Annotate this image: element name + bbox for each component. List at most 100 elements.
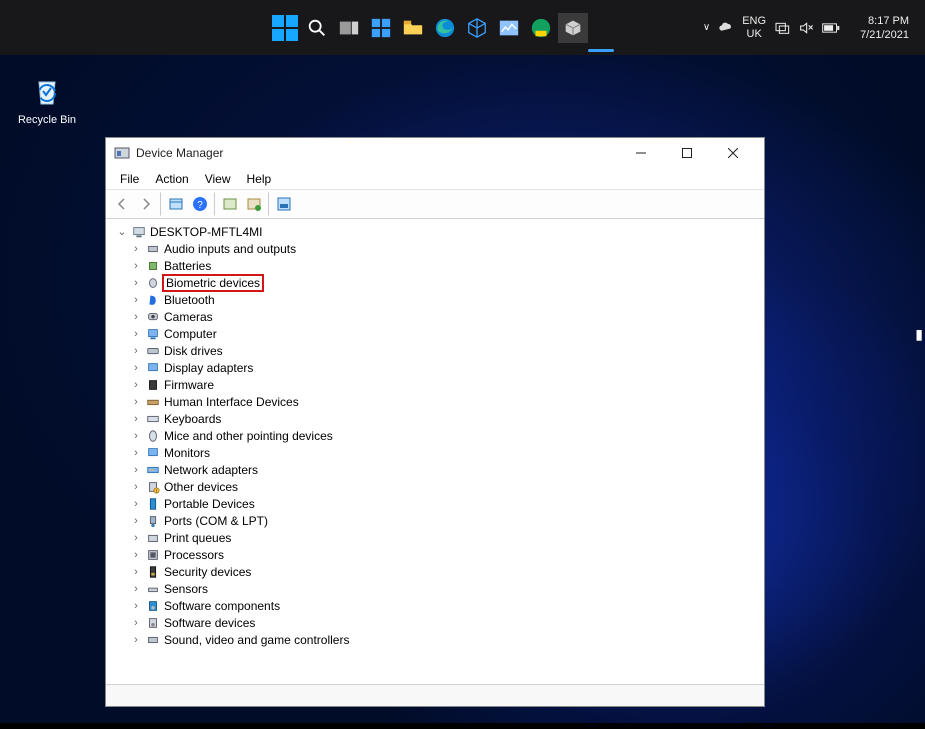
expand-icon[interactable]: › [130,362,142,374]
expand-icon[interactable]: › [130,243,142,255]
device-category[interactable]: › Software components [130,597,762,614]
device-category[interactable]: ›Batteries [130,257,762,274]
edge-canary-button[interactable] [526,13,556,43]
expand-icon[interactable]: › [130,447,142,459]
device-category[interactable]: ›Audio inputs and outputs [130,240,762,257]
file-explorer-button[interactable] [398,13,428,43]
start-button[interactable] [270,13,300,43]
expand-icon[interactable]: › [130,277,142,289]
category-icon [145,615,161,631]
app-button-2[interactable] [494,13,524,43]
category-label: Processors [164,548,224,562]
device-category[interactable]: ›Firmware [130,376,762,393]
expand-icon[interactable]: › [130,396,142,408]
device-category[interactable]: ›Print queues [130,529,762,546]
expand-icon[interactable]: › [130,260,142,272]
device-category[interactable]: ›Biometric devices [130,274,762,291]
category-icon [145,632,161,648]
battery-icon[interactable] [822,22,840,34]
menu-action[interactable]: Action [147,170,196,188]
device-manager-taskbar-button[interactable] [558,13,588,43]
volume-mute-icon[interactable] [798,20,814,36]
category-label: Keyboards [164,412,221,426]
minimize-button[interactable] [618,138,664,168]
forward-button[interactable] [134,192,158,216]
show-hidden-button[interactable] [164,192,188,216]
language-indicator[interactable]: ENG UK [742,15,766,41]
expand-icon[interactable]: › [130,515,142,527]
device-category[interactable]: ›Sensors [130,580,762,597]
recycle-bin-label: Recycle Bin [12,114,82,126]
onedrive-icon[interactable] [718,20,734,36]
taskview-button[interactable] [334,13,364,43]
device-category[interactable]: ›Sound, video and game controllers [130,631,762,648]
tray-chevron-icon[interactable]: ∨ [703,22,710,33]
menu-file[interactable]: File [112,170,147,188]
expand-icon[interactable]: › [130,379,142,391]
category-label: Network adapters [164,463,258,477]
expand-icon[interactable]: › [130,617,142,629]
properties-button[interactable] [272,192,296,216]
category-label: Software components [164,599,280,613]
expand-icon[interactable]: › [130,345,142,357]
device-category[interactable]: ›!Other devices [130,478,762,495]
expand-icon[interactable]: › [130,583,142,595]
widgets-button[interactable] [366,13,396,43]
expand-icon[interactable]: › [130,566,142,578]
expand-icon[interactable]: › [130,532,142,544]
scan-button[interactable] [218,192,242,216]
clock[interactable]: 8:17 PM 7/21/2021 [860,14,909,42]
device-category[interactable]: › Network adapters [130,461,762,478]
expand-icon[interactable]: › [130,634,142,646]
close-button[interactable] [710,138,756,168]
device-category[interactable]: ›Bluetooth [130,291,762,308]
device-category[interactable]: › Processors [130,546,762,563]
maximize-button[interactable] [664,138,710,168]
category-label: Other devices [164,480,238,494]
expand-icon[interactable]: › [130,294,142,306]
expand-icon[interactable]: › [130,413,142,425]
network-icon[interactable] [774,21,790,35]
root-label: DESKTOP-MFTL4MI [150,225,262,239]
category-icon [145,292,161,308]
expand-icon[interactable]: › [130,498,142,510]
refresh-button[interactable] [242,192,266,216]
device-category[interactable]: › Cameras [130,308,762,325]
device-category[interactable]: ›Monitors [130,444,762,461]
device-category[interactable]: ›Computer [130,325,762,342]
help-button[interactable]: ? [188,192,212,216]
device-category[interactable]: › Keyboards [130,410,762,427]
expand-icon[interactable]: › [130,600,142,612]
device-category[interactable]: ›Ports (COM & LPT) [130,512,762,529]
category-label: Cameras [164,310,213,324]
cube-icon [466,17,488,39]
back-button[interactable] [110,192,134,216]
language-top: ENG [742,15,766,28]
tree-root[interactable]: ⌄ DESKTOP-MFTL4MI [108,223,762,240]
device-category[interactable]: ›Disk drives [130,342,762,359]
menu-view[interactable]: View [197,170,239,188]
device-category[interactable]: ›Human Interface Devices [130,393,762,410]
expand-icon[interactable]: › [130,549,142,561]
expand-icon[interactable]: › [130,328,142,340]
windows-logo-icon [272,15,298,41]
collapse-icon[interactable]: ⌄ [116,225,128,238]
edge-button[interactable] [430,13,460,43]
expand-icon[interactable]: › [130,311,142,323]
menu-help[interactable]: Help [239,170,280,188]
expand-icon[interactable]: › [130,481,142,493]
recycle-bin[interactable]: Recycle Bin [12,74,82,126]
expand-icon[interactable]: › [130,464,142,476]
taskbar: ∨ ENG UK 8:17 PM 7/21/2021 [0,0,925,55]
app-button-1[interactable] [462,13,492,43]
device-category[interactable]: ›Portable Devices [130,495,762,512]
device-category[interactable]: ›Display adapters [130,359,762,376]
device-category[interactable]: ›Mice and other pointing devices [130,427,762,444]
titlebar[interactable]: Device Manager [106,138,764,168]
device-tree[interactable]: ⌄ DESKTOP-MFTL4MI ›Audio inputs and outp… [106,219,764,684]
search-button[interactable] [302,13,332,43]
device-category[interactable]: ›Security devices [130,563,762,580]
device-category[interactable]: ›Software devices [130,614,762,631]
expand-icon[interactable]: › [130,430,142,442]
search-icon [306,17,328,39]
